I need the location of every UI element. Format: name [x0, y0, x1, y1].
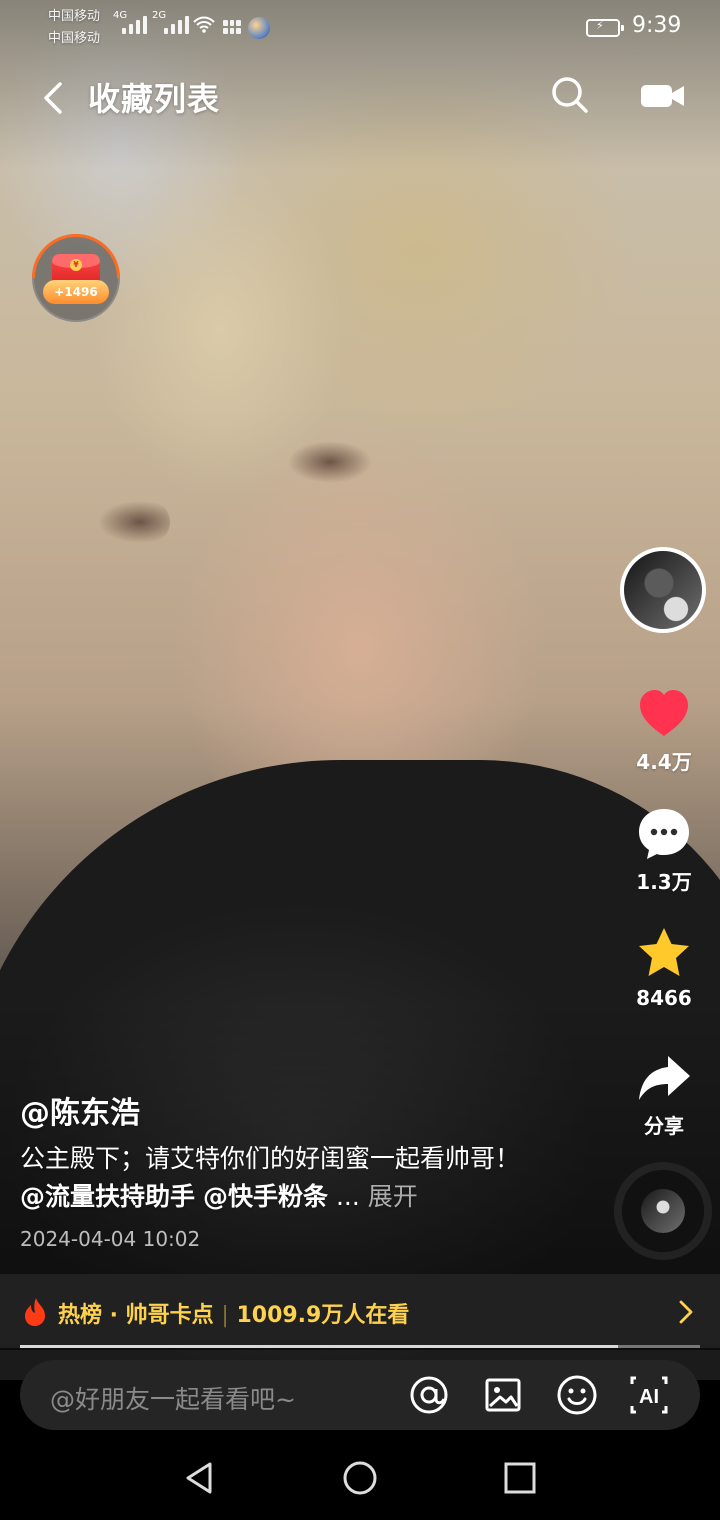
star-icon[interactable]: [634, 924, 694, 984]
short-video-screen: 中国移动 中国移动 4G 2G 9:39 收藏列表: [0, 0, 720, 1520]
home-icon[interactable]: [338, 1456, 382, 1500]
hot-ranking-label: 热榜 · 帅哥卡点: [58, 1303, 214, 1328]
mention-tag[interactable]: @流量扶持助手: [20, 1182, 195, 1211]
favorite-count: 8466: [636, 986, 692, 1010]
post-date: 2024-04-04 10:02: [20, 1227, 201, 1251]
comment-input[interactable]: @好朋友一起看看吧~ AI: [20, 1360, 700, 1430]
camera-icon[interactable]: [640, 82, 686, 110]
system-navigation-bar: [0, 1438, 720, 1520]
back-icon[interactable]: [34, 78, 76, 118]
video-progress-bar[interactable]: [20, 1345, 700, 1348]
carrier-bottom: 中国移动: [48, 31, 101, 46]
battery-icon: [586, 19, 624, 37]
status-bar: 中国移动 中国移动 4G 2G 9:39: [0, 0, 720, 56]
portrait-eye: [270, 432, 390, 492]
author-name[interactable]: @陈东浩: [20, 1088, 140, 1132]
video-progress-fill: [20, 1345, 619, 1348]
signal-icon: [164, 12, 189, 34]
portrait-eye: [80, 492, 170, 552]
clock: 9:39: [632, 13, 682, 38]
author-avatar[interactable]: [620, 547, 706, 633]
viewer-count: 1009.9万人在看: [236, 1303, 410, 1328]
comment-icon[interactable]: [634, 804, 694, 864]
hot-ranking-separator: |: [221, 1303, 229, 1328]
image-icon[interactable]: [480, 1372, 526, 1418]
page-title: 收藏列表: [88, 80, 221, 118]
search-icon[interactable]: [549, 74, 591, 116]
carrier-top: 中国移动: [48, 9, 101, 24]
notification-avatar-icon: [248, 17, 270, 39]
hot-ranking-text[interactable]: 热榜 · 帅哥卡点 | 1009.9万人在看: [58, 1297, 409, 1329]
svg-text:AI: AI: [639, 1386, 659, 1408]
comment-placeholder: @好朋友一起看看吧~: [50, 1385, 296, 1414]
comment-count: 1.3万: [636, 870, 692, 894]
at-mention-icon[interactable]: [406, 1372, 452, 1418]
recent-apps-icon[interactable]: [498, 1456, 542, 1500]
expand-button[interactable]: 展开: [368, 1182, 418, 1211]
caption-ellipsis: ...: [335, 1182, 360, 1211]
coin-icon: ¥: [70, 259, 82, 271]
share-action[interactable]: 分享: [622, 1048, 706, 1139]
fire-icon: [25, 1298, 45, 1326]
mention-tag[interactable]: @快手粉条: [203, 1182, 328, 1211]
caption-text: 公主殿下；请艾特你们的好闺蜜一起看帅哥！: [20, 1144, 521, 1173]
grid-icon: [223, 20, 241, 34]
wifi-icon: [193, 16, 215, 33]
comment-action[interactable]: 1.3万: [622, 804, 706, 895]
chevron-right-icon[interactable]: [676, 1299, 696, 1325]
red-packet-count: +1496: [43, 280, 109, 304]
music-disc[interactable]: [622, 1170, 704, 1252]
favorite-action[interactable]: 8466: [622, 924, 706, 1010]
red-packet-widget[interactable]: ¥ +1496: [13, 215, 139, 341]
system-back-icon[interactable]: [178, 1456, 222, 1500]
share-icon[interactable]: [634, 1048, 694, 1108]
like-action[interactable]: 4.4万: [622, 684, 706, 775]
carrier-info: 中国移动 中国移动: [48, 6, 100, 50]
share-label: 分享: [644, 1114, 684, 1138]
heart-icon[interactable]: [634, 684, 694, 744]
signal-icon: [122, 12, 147, 34]
post-caption[interactable]: 公主殿下；请艾特你们的好闺蜜一起看帅哥！ @流量扶持助手 @快手粉条 ... 展…: [20, 1140, 540, 1216]
like-count: 4.4万: [636, 750, 692, 774]
ai-icon[interactable]: AI: [626, 1372, 672, 1418]
emoji-icon[interactable]: [554, 1372, 600, 1418]
